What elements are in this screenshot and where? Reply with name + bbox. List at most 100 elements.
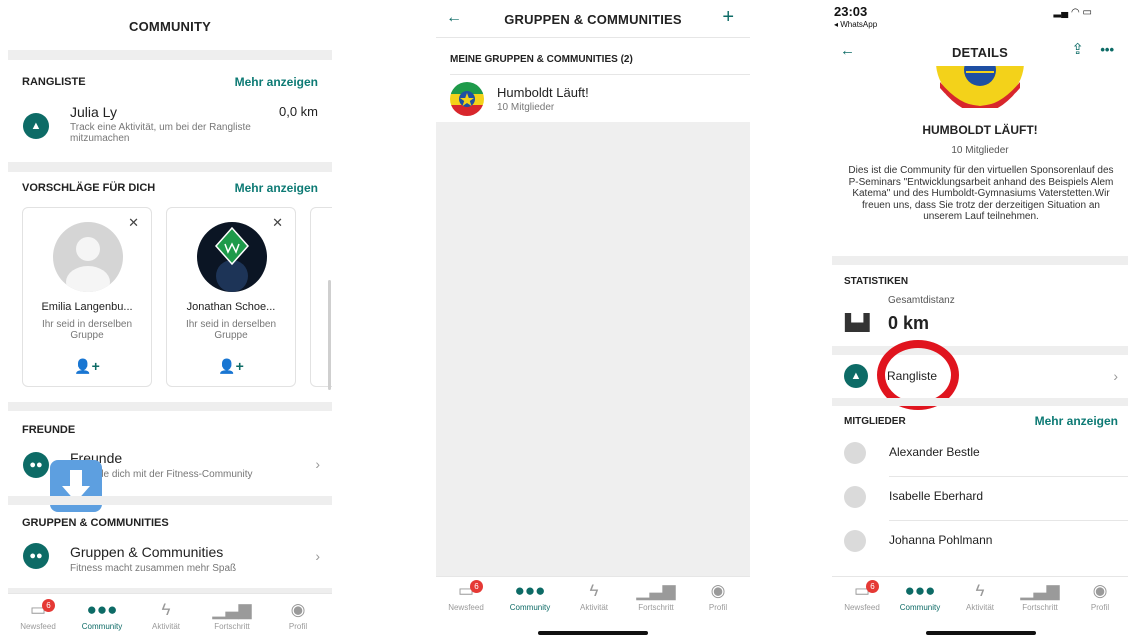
profile-icon: ◉	[1092, 581, 1108, 600]
tab-activity[interactable]: ϟ Aktivität	[564, 581, 624, 612]
members-title: MITGLIEDER	[844, 416, 906, 427]
notification-badge: 6	[470, 580, 483, 593]
rangliste-more-link[interactable]: Mehr anzeigen	[235, 75, 318, 89]
groups-item-title[interactable]: Gruppen & Communities	[70, 544, 223, 560]
chevron-right-icon[interactable]: ›	[1113, 368, 1118, 384]
profile-icon: ◉	[710, 581, 726, 600]
activity-icon: ϟ	[161, 600, 171, 619]
add-friend-icon[interactable]: 👤+	[167, 358, 295, 375]
member-row[interactable]: Alexander Bestle	[832, 436, 1128, 476]
newsfeed-icon: ▭	[853, 581, 871, 600]
share-icon[interactable]: ⇪	[1071, 40, 1084, 58]
community-icon: ●●●	[904, 581, 936, 600]
divider	[832, 256, 1128, 265]
tab-activity[interactable]: ϟ Aktivität	[136, 600, 196, 631]
suggestion-card[interactable]: ✕ Emilia Langenbu... Ihr seid in derselb…	[22, 207, 152, 387]
member-name: Isabelle Eberhard	[889, 489, 984, 503]
avatar	[53, 222, 123, 292]
more-options-icon[interactable]: •••	[1100, 42, 1114, 57]
member-row[interactable]: Isabelle Eberhard	[832, 480, 1128, 520]
tab-newsfeed[interactable]: ▭ 6 Newsfeed	[8, 599, 68, 631]
scrollbar[interactable]	[328, 280, 331, 390]
progress-icon: ▁▃▆	[1020, 581, 1060, 600]
empty-area	[436, 122, 750, 576]
community-icon: ●●●	[514, 581, 546, 600]
tab-progress[interactable]: ▁▃▆ Fortschritt	[1010, 581, 1070, 612]
road-icon: ▙▟	[845, 315, 870, 332]
divider	[832, 346, 1128, 355]
close-icon[interactable]: ✕	[128, 215, 139, 231]
member-row[interactable]: Johanna Pohlmann	[832, 524, 1128, 564]
chevron-right-icon[interactable]: ›	[315, 456, 320, 472]
leaderboard-distance: 0,0 km	[278, 104, 318, 119]
suggestion-subtitle: Ihr seid in derselben Gruppe	[185, 319, 277, 341]
newsfeed-icon: ▭	[29, 600, 47, 619]
tab-bar: ▭ 6 Newsfeed ●●● Community ϟ Aktivität ▁▃▆ Fo…	[436, 576, 750, 635]
add-friend-icon[interactable]: 👤+	[23, 358, 151, 375]
divider	[889, 520, 1128, 521]
tab-progress[interactable]: ▁▃▆ Fortschritt	[202, 600, 262, 631]
group-flag-icon	[450, 82, 484, 116]
groups-title: GRUPPEN & COMMUNITIES	[22, 517, 169, 529]
groups-screen: ← GRUPPEN & COMMUNITIES + MEINE GRUPPEN …	[436, 0, 750, 635]
close-icon[interactable]: ✕	[272, 215, 283, 231]
page-title: GRUPPEN & COMMUNITIES	[504, 12, 682, 27]
tab-bar: ▭ 6 Newsfeed ●●● Community ϟ Aktivität ▁▃▆ Fo…	[832, 576, 1128, 635]
tab-profile[interactable]: ◉ Profil	[268, 600, 328, 631]
member-name: Alexander Bestle	[889, 445, 980, 459]
notification-badge: 6	[866, 580, 879, 593]
tab-progress[interactable]: ▁▃▆ Fortschritt	[626, 581, 686, 612]
leaderboard-icon: ▲	[23, 113, 49, 139]
progress-icon: ▁▃▆	[636, 581, 676, 600]
status-icons: ▂▄ ◠ ▭	[1053, 7, 1092, 18]
progress-icon: ▁▃▆	[212, 600, 252, 619]
rangliste-title: RANGLISTE	[22, 76, 86, 88]
suggestion-subtitle: Ihr seid in derselben Gruppe	[41, 319, 133, 341]
community-screen: COMMUNITY RANGLISTE Mehr anzeigen ▲ Juli…	[8, 0, 332, 635]
suggestion-name: Jonathan Schoe...	[186, 301, 276, 313]
tab-community[interactable]: ●●● Community	[890, 581, 950, 612]
newsfeed-icon: ▭	[457, 581, 475, 600]
friends-title: FREUNDE	[22, 424, 76, 436]
my-groups-title: MEINE GRUPPEN & COMMUNITIES (2)	[450, 54, 633, 65]
tab-profile[interactable]: ◉ Profil	[688, 581, 748, 612]
status-back-app[interactable]: ◂ WhatsApp	[834, 20, 877, 29]
group-description: Dies ist die Community für den virtuelle…	[848, 165, 1114, 222]
group-list-item[interactable]: Humboldt Läuft! 10 Mitglieder	[436, 76, 750, 122]
divider	[889, 476, 1128, 477]
home-indicator	[926, 631, 1036, 635]
divider	[436, 37, 750, 38]
tab-profile[interactable]: ◉ Profil	[1070, 581, 1128, 612]
avatar	[844, 530, 866, 552]
avatar	[197, 222, 267, 292]
member-name: Johanna Pohlmann	[889, 533, 993, 547]
members-count: 10 Mitglieder	[951, 145, 1009, 156]
tab-newsfeed[interactable]: ▭ 6 Newsfeed	[832, 580, 892, 612]
tab-community[interactable]: ●●● Community	[72, 600, 132, 631]
divider	[8, 496, 332, 505]
suggestions-more-link[interactable]: Mehr anzeigen	[235, 181, 318, 195]
suggestion-card[interactable]: ✕ Jonathan Schoe... Ihr seid in derselbe…	[166, 207, 296, 387]
chevron-right-icon[interactable]: ›	[315, 548, 320, 564]
add-icon[interactable]: +	[722, 6, 734, 29]
leaderboard-hint: Track eine Aktivität, um bei der Ranglis…	[70, 122, 251, 144]
tab-bar: ▭ 6 Newsfeed ●●● Community ϟ Aktivität ▁▃▆ Fo…	[8, 593, 332, 635]
total-distance-label: Gesamtdistanz	[888, 295, 955, 306]
friends-icon: ●●	[23, 452, 49, 478]
activity-icon: ϟ	[589, 581, 599, 600]
leaderboard-icon: ▲	[844, 364, 868, 388]
tab-newsfeed[interactable]: ▭ 6 Newsfeed	[436, 580, 496, 612]
suggestion-name: Emilia Langenbu...	[41, 301, 133, 313]
divider	[8, 402, 332, 411]
group-name: HUMBOLDT LÄUFT!	[922, 123, 1038, 137]
tab-activity[interactable]: ϟ Aktivität	[950, 581, 1010, 612]
page-title: COMMUNITY	[129, 19, 211, 34]
status-time: 23:03	[834, 4, 868, 19]
home-indicator	[538, 631, 648, 635]
divider	[450, 74, 750, 75]
avatar	[844, 442, 866, 464]
notification-badge: 6	[42, 599, 55, 612]
profile-icon: ◉	[290, 600, 306, 619]
tab-community[interactable]: ●●● Community	[500, 581, 560, 612]
members-more-link[interactable]: Mehr anzeigen	[1035, 414, 1118, 428]
